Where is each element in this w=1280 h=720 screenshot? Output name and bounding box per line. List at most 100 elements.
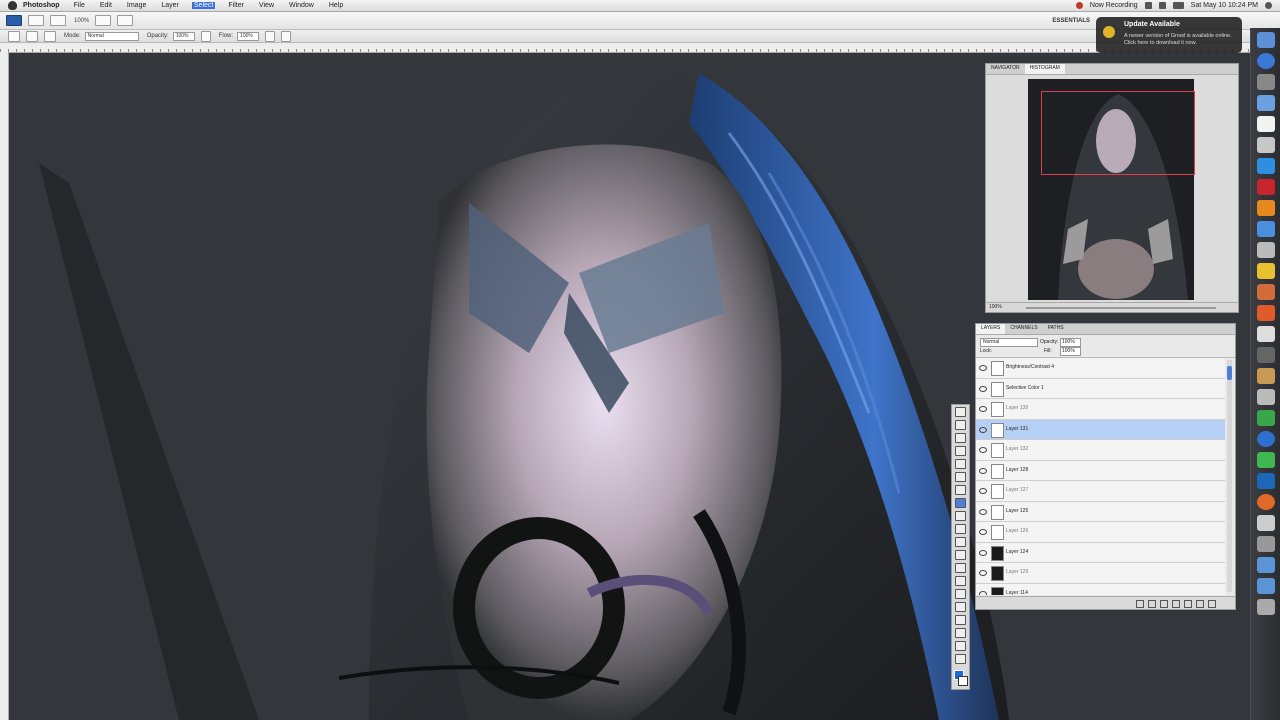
preview-icon[interactable] <box>1257 137 1275 153</box>
visibility-eye-icon[interactable] <box>979 365 987 371</box>
marquee-tool-icon[interactable] <box>955 420 966 430</box>
visibility-eye-icon[interactable] <box>979 508 987 515</box>
pressure-opacity-icon[interactable] <box>200 30 211 42</box>
app-menu[interactable]: Photoshop <box>23 2 60 9</box>
paint-icon[interactable] <box>1257 284 1275 300</box>
menu-select[interactable]: Select <box>191 2 216 9</box>
documents-folder-icon[interactable] <box>1257 578 1275 594</box>
trash-icon[interactable] <box>1257 599 1275 615</box>
tab-layers[interactable]: LAYERS <box>976 324 1006 334</box>
link-layers-icon[interactable] <box>1136 600 1144 608</box>
utility-icon[interactable] <box>1257 242 1275 258</box>
adobe-app-icon[interactable] <box>1257 179 1275 195</box>
layer-style-icon[interactable] <box>1148 600 1156 608</box>
volume-icon[interactable] <box>1158 2 1166 9</box>
menu-image[interactable]: Image <box>125 2 148 9</box>
menu-edit[interactable]: Edit <box>98 2 114 9</box>
clock[interactable]: Sat May 10 10:24 PM <box>1191 2 1258 9</box>
layer-row[interactable]: Layer 126 <box>976 522 1225 543</box>
layers-scrollbar[interactable] <box>1227 360 1232 592</box>
visibility-eye-icon[interactable] <box>979 406 987 412</box>
proxy-view-box[interactable] <box>1041 91 1195 175</box>
update-notification[interactable]: Update Available A newer version of Grow… <box>1096 17 1242 53</box>
itunes-icon[interactable] <box>1257 158 1275 174</box>
tab-paths[interactable]: PATHS <box>1043 324 1069 334</box>
menu-help[interactable]: Help <box>327 2 345 9</box>
calendar-icon[interactable] <box>1257 116 1275 132</box>
eraser-tool-icon[interactable] <box>955 537 966 547</box>
tab-histogram[interactable]: HISTOGRAM <box>1024 64 1065 74</box>
quick-select-tool-icon[interactable] <box>955 446 966 456</box>
flow-field[interactable]: 100% <box>237 31 260 41</box>
new-layer-icon[interactable] <box>1196 600 1204 608</box>
visibility-eye-icon[interactable] <box>979 590 987 595</box>
toggle-brush-panel-icon[interactable] <box>44 30 56 42</box>
arrange-documents-button[interactable] <box>95 15 112 26</box>
zoom-level[interactable]: 100% <box>74 18 89 24</box>
firefox-icon[interactable] <box>1257 494 1275 510</box>
globe-icon[interactable] <box>1257 431 1275 447</box>
finder-icon[interactable] <box>1257 32 1275 48</box>
mode-select[interactable]: Normal <box>84 31 139 41</box>
new-group-icon[interactable] <box>1184 600 1192 608</box>
screen-capture-icon[interactable] <box>1257 515 1275 531</box>
layer-row[interactable]: Layer 132 <box>976 440 1225 461</box>
package-icon[interactable] <box>1257 368 1275 384</box>
menu-file[interactable]: File <box>72 2 87 9</box>
menu-view[interactable]: View <box>257 2 276 9</box>
layer-mask-icon[interactable] <box>1160 600 1168 608</box>
hand-tool-icon[interactable] <box>955 641 966 651</box>
visibility-eye-icon[interactable] <box>979 467 987 474</box>
layer-row[interactable]: Layer 131 <box>976 419 1225 440</box>
pen-tool-icon[interactable] <box>955 589 966 599</box>
workspace-switcher[interactable]: ESSENTIALS <box>1052 18 1090 24</box>
menu-window[interactable]: Window <box>287 2 316 9</box>
tab-navigator[interactable]: NAVIGATOR <box>986 64 1025 74</box>
apple-icon[interactable] <box>8 1 17 10</box>
gradient-tool-icon[interactable] <box>955 550 966 560</box>
menu-filter[interactable]: Filter <box>226 2 246 9</box>
layer-row[interactable]: Layer 128 <box>976 460 1225 481</box>
layer-row[interactable]: Layer 129 <box>976 563 1225 584</box>
layer-opacity-field[interactable]: 100% <box>1060 338 1081 347</box>
layer-row[interactable]: Layer 114 <box>976 583 1225 595</box>
visibility-eye-icon[interactable] <box>979 447 987 453</box>
brush-tool-icon[interactable] <box>955 498 966 508</box>
visibility-eye-icon[interactable] <box>979 426 987 433</box>
app-store-icon[interactable] <box>1257 95 1275 111</box>
background-color-swatch[interactable] <box>958 676 968 686</box>
history-brush-tool-icon[interactable] <box>955 524 966 534</box>
illustrator-icon[interactable] <box>1257 200 1275 216</box>
system-preferences-icon[interactable] <box>1257 74 1275 90</box>
delete-layer-icon[interactable] <box>1208 600 1216 608</box>
layer-row[interactable]: Layer 130 <box>976 399 1225 420</box>
visibility-eye-icon[interactable] <box>979 529 987 535</box>
lasso-tool-icon[interactable] <box>955 433 966 443</box>
move-tool-icon[interactable] <box>955 407 966 417</box>
settings-icon[interactable] <box>1257 536 1275 552</box>
messages-icon[interactable] <box>1257 452 1275 468</box>
safari-icon[interactable] <box>1257 53 1275 69</box>
zoom-tool-icon[interactable] <box>955 654 966 664</box>
menu-layer[interactable]: Layer <box>159 2 181 9</box>
grapher-icon[interactable] <box>1257 389 1275 405</box>
blend-mode-select[interactable]: Normal <box>980 338 1038 347</box>
launch-bridge-button[interactable] <box>28 15 44 26</box>
shape-tool-icon[interactable] <box>955 628 966 638</box>
chat-icon[interactable] <box>1257 305 1275 321</box>
visibility-eye-icon[interactable] <box>979 385 987 392</box>
crop-tool-icon[interactable] <box>955 459 966 469</box>
ps-logo-icon[interactable] <box>6 15 22 26</box>
stats-icon[interactable] <box>1257 410 1275 426</box>
battery-icon[interactable] <box>1172 2 1184 9</box>
navigator-zoom[interactable]: 100% <box>989 304 1002 310</box>
brush-app-icon[interactable] <box>1257 347 1275 363</box>
screen-mode-button[interactable] <box>117 15 134 26</box>
path-select-tool-icon[interactable] <box>955 615 966 625</box>
applications-folder-icon[interactable] <box>1257 557 1275 573</box>
brush-tool-icon[interactable] <box>8 30 20 42</box>
opacity-field[interactable]: 100% <box>172 31 195 41</box>
visibility-eye-icon[interactable] <box>979 570 987 576</box>
layer-row[interactable]: Layer 124 <box>976 542 1225 563</box>
dodge-tool-icon[interactable] <box>955 576 966 586</box>
